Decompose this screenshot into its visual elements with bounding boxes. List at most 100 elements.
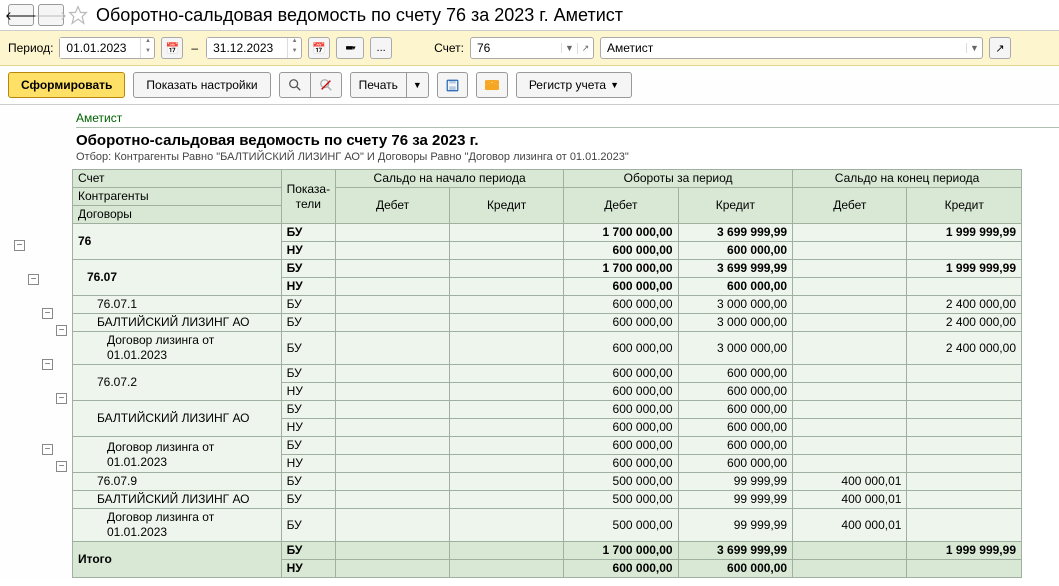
num-cell (450, 365, 564, 383)
num-cell: 600 000,00 (564, 419, 679, 437)
account-cell: Договор лизинга от 01.01.2023 (73, 437, 282, 473)
generate-button[interactable]: Сформировать (8, 72, 125, 98)
nav-back-button[interactable]: 🡐 (8, 4, 34, 26)
params-bar: Период: 📅 – 📅 ■■▾ ... Счет: ▼ ↗ ▼ ↗ (0, 31, 1059, 66)
num-cell: 600 000,00 (678, 455, 793, 473)
table-row[interactable]: 76.07.9БУ500 000,0099 999,99400 000,01 (73, 473, 1022, 491)
indicator-cell: БУ (281, 332, 336, 365)
col-contracts: Договоры (73, 206, 282, 224)
org-select[interactable]: ▼ (600, 37, 983, 59)
period-label: Период: (8, 41, 53, 55)
table-row[interactable]: БАЛТИЙСКИЙ ЛИЗИНГ АОБУ600 000,003 000 00… (73, 314, 1022, 332)
account-input[interactable] (471, 41, 561, 55)
num-cell (907, 383, 1022, 401)
num-cell: 3 000 000,00 (678, 296, 793, 314)
account-cell: Договор лизинга от 01.01.2023 (73, 509, 282, 542)
col-t-credit: Кредит (678, 188, 793, 224)
table-row[interactable]: 76БУ1 700 000,003 699 999,991 999 999,99 (73, 224, 1022, 242)
tree-toggle[interactable] (56, 393, 67, 404)
indicator-cell: НУ (281, 560, 336, 578)
num-cell (793, 242, 907, 260)
table-row[interactable]: Договор лизинга от 01.01.2023БУ600 000,0… (73, 437, 1022, 455)
table-row[interactable]: Договор лизинга от 01.01.2023БУ500 000,0… (73, 509, 1022, 542)
save-button[interactable] (437, 72, 468, 98)
print-button[interactable]: Печать (350, 72, 407, 98)
table-row[interactable]: 76.07.2БУ600 000,00600 000,00 (73, 365, 1022, 383)
account-cell: Договор лизинга от 01.01.2023 (73, 332, 282, 365)
num-cell: 600 000,00 (564, 437, 679, 455)
period-preset-button[interactable]: ■■▾ (336, 37, 364, 59)
table-row[interactable]: 76.07БУ1 700 000,003 699 999,991 999 999… (73, 260, 1022, 278)
num-cell (336, 437, 450, 455)
num-cell: 600 000,00 (678, 278, 793, 296)
date-to-calendar-button[interactable]: 📅 (308, 37, 330, 59)
num-cell (793, 260, 907, 278)
tree-toggle[interactable] (28, 274, 39, 285)
num-cell (907, 365, 1022, 383)
org-input[interactable] (601, 41, 966, 55)
date-to-spinner[interactable] (287, 38, 301, 58)
col-sb-debit: Дебет (336, 188, 450, 224)
col-turnover: Обороты за период (564, 170, 793, 188)
table-row[interactable]: Договор лизинга от 01.01.2023БУ600 000,0… (73, 332, 1022, 365)
period-more-button[interactable]: ... (370, 37, 392, 59)
num-cell (336, 419, 450, 437)
num-cell (450, 401, 564, 419)
report-title: Оборотно-сальдовая ведомость по счету 76… (76, 132, 1059, 149)
num-cell: 3 699 999,99 (678, 260, 793, 278)
num-cell (336, 242, 450, 260)
nav-forward-button[interactable]: 🡒 (38, 4, 64, 26)
registry-button[interactable]: Регистр учета ▼ (516, 72, 632, 98)
num-cell (336, 491, 450, 509)
tree-toggle[interactable] (14, 240, 25, 251)
num-cell: 600 000,00 (564, 365, 679, 383)
col-sb-credit: Кредит (450, 188, 564, 224)
date-from-input[interactable] (60, 38, 140, 58)
col-indicators: Показа- тели (281, 170, 336, 224)
report: Аметист Оборотно-сальдовая ведомость по … (72, 105, 1059, 578)
num-cell: 99 999,99 (678, 473, 793, 491)
account-dropdown-icon[interactable]: ▼ (561, 43, 577, 53)
num-cell: 99 999,99 (678, 491, 793, 509)
col-account: Счет (73, 170, 282, 188)
toolbar: Сформировать Показать настройки Печать ▼… (0, 66, 1059, 105)
date-from-calendar-button[interactable]: 📅 (161, 37, 183, 59)
tree-toggle[interactable] (42, 444, 53, 455)
print-dropdown-button[interactable]: ▼ (406, 72, 429, 98)
num-cell: 400 000,01 (793, 473, 907, 491)
account-select[interactable]: ▼ ↗ (470, 37, 594, 59)
mail-button[interactable] (476, 72, 508, 98)
search-button[interactable] (279, 72, 311, 98)
org-dropdown-icon[interactable]: ▼ (966, 43, 982, 53)
favorite-star-icon[interactable] (68, 5, 88, 25)
account-open-icon[interactable]: ↗ (577, 43, 593, 54)
num-cell (336, 473, 450, 491)
tree-toggle[interactable] (42, 308, 53, 319)
num-cell (793, 296, 907, 314)
indicator-cell: БУ (281, 509, 336, 542)
table-row[interactable]: 76.07.1БУ600 000,003 000 000,002 400 000… (73, 296, 1022, 314)
num-cell (793, 401, 907, 419)
num-cell (450, 455, 564, 473)
indicator-cell: БУ (281, 491, 336, 509)
indicator-cell: НУ (281, 455, 336, 473)
tree-toggle[interactable] (56, 461, 67, 472)
num-cell (793, 332, 907, 365)
num-cell: 600 000,00 (564, 296, 679, 314)
num-cell: 600 000,00 (678, 365, 793, 383)
show-settings-button[interactable]: Показать настройки (133, 72, 270, 98)
num-cell: 3 000 000,00 (678, 314, 793, 332)
org-open-button[interactable]: ↗ (989, 37, 1011, 59)
num-cell: 3 699 999,99 (678, 224, 793, 242)
tree-toggle[interactable] (42, 359, 53, 370)
search-reset-button[interactable] (310, 72, 342, 98)
date-from-field[interactable] (59, 37, 155, 59)
table-row[interactable]: БАЛТИЙСКИЙ ЛИЗИНГ АОБУ500 000,0099 999,9… (73, 491, 1022, 509)
num-cell: 600 000,00 (678, 437, 793, 455)
date-from-spinner[interactable] (140, 38, 154, 58)
date-to-input[interactable] (207, 38, 287, 58)
indicator-cell: БУ (281, 365, 336, 383)
tree-toggle[interactable] (56, 325, 67, 336)
table-row[interactable]: БАЛТИЙСКИЙ ЛИЗИНГ АОБУ600 000,00600 000,… (73, 401, 1022, 419)
date-to-field[interactable] (206, 37, 302, 59)
